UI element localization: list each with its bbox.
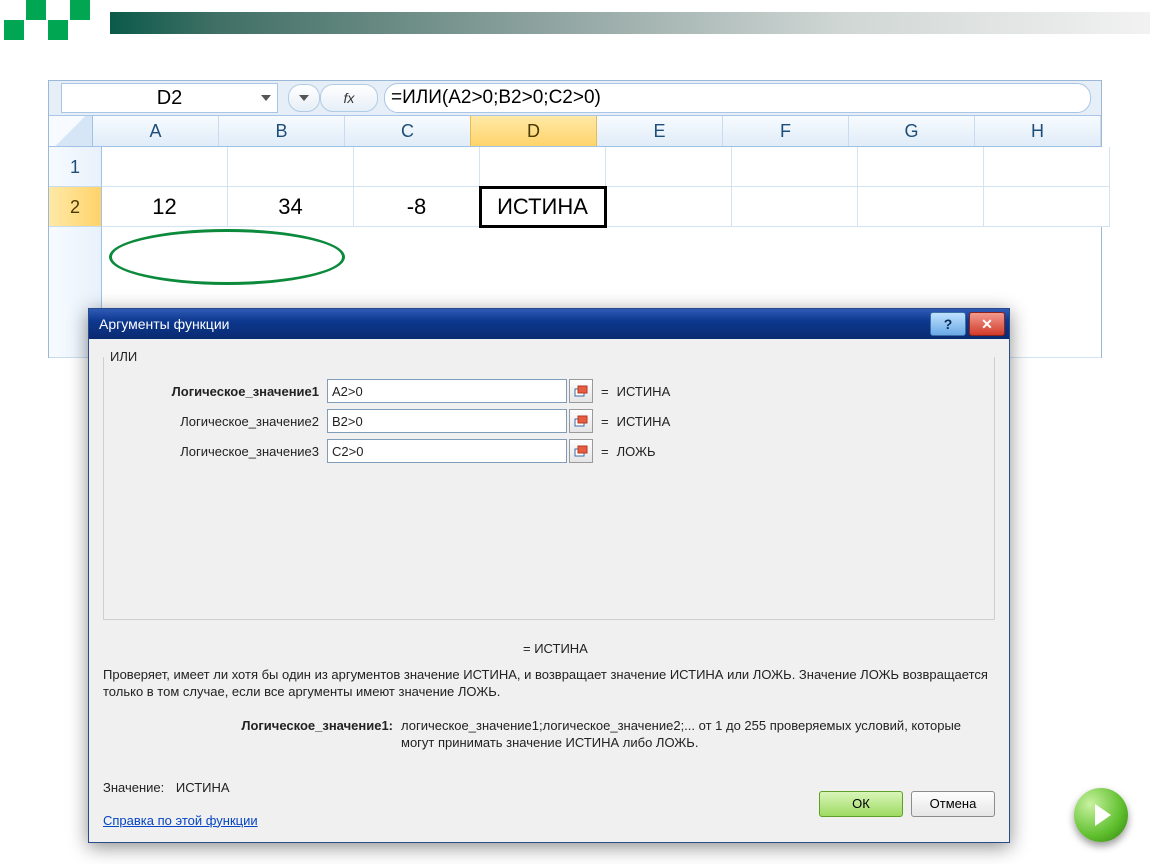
select-all-corner[interactable]: [49, 116, 93, 146]
arg-hint-label: Логическое_значение1:: [103, 717, 401, 752]
collapse-dialog-icon: [574, 444, 588, 458]
column-headers: A B C D E F G H: [49, 116, 1101, 147]
collapse-dialog-icon: [574, 384, 588, 398]
cell-d2[interactable]: ИСТИНА: [480, 187, 606, 227]
slide-decoration: [0, 0, 1150, 48]
cell-a1[interactable]: [102, 147, 228, 187]
formula-input[interactable]: =ИЛИ(A2>0;B2>0;C2>0): [384, 83, 1091, 113]
cell-g1[interactable]: [858, 147, 984, 187]
cell-d1[interactable]: [480, 147, 606, 187]
arg2-label: Логическое_значение2: [114, 414, 327, 429]
arg1-label: Логическое_значение1: [114, 384, 327, 399]
col-header-h[interactable]: H: [975, 116, 1101, 146]
arg3-ref-button[interactable]: [569, 439, 593, 463]
cancel-button[interactable]: Отмена: [911, 791, 995, 817]
ok-button[interactable]: ОК: [819, 791, 903, 817]
col-header-b[interactable]: B: [219, 116, 345, 146]
name-box-dropdown[interactable]: [257, 86, 275, 110]
cell-e2[interactable]: [606, 187, 732, 227]
arg2-result: ИСТИНА: [617, 414, 671, 429]
arguments-group: ИЛИ Логическое_значение1 A2>0 = ИСТИНА Л…: [103, 357, 995, 620]
col-header-d[interactable]: D: [470, 116, 597, 146]
name-box-value: D2: [157, 87, 183, 109]
arg1-result: ИСТИНА: [617, 384, 671, 399]
name-box[interactable]: D2: [61, 83, 278, 113]
col-header-f[interactable]: F: [723, 116, 849, 146]
arg1-ref-button[interactable]: [569, 379, 593, 403]
fx-dropdown[interactable]: [288, 84, 320, 112]
arg3-input[interactable]: C2>0: [327, 439, 567, 463]
arg-hint-text: логическое_значение1;логическое_значение…: [401, 717, 995, 752]
cell-f1[interactable]: [732, 147, 858, 187]
function-arguments-dialog: Аргументы функции ? ✕ ИЛИ Логическое_зна…: [88, 308, 1010, 843]
function-name-label: ИЛИ: [106, 349, 141, 364]
cell-c1[interactable]: [354, 147, 480, 187]
function-help-link[interactable]: Справка по этой функции: [103, 813, 258, 828]
collapse-dialog-icon: [574, 414, 588, 428]
formula-bar: D2 fx =ИЛИ(A2>0;B2>0;C2>0): [49, 81, 1101, 116]
col-header-g[interactable]: G: [849, 116, 975, 146]
formula-result: = ИСТИНА: [523, 640, 995, 658]
function-description: Проверяет, имеет ли хотя бы один из аргу…: [103, 666, 995, 701]
arg1-input[interactable]: A2>0: [327, 379, 567, 403]
col-header-c[interactable]: C: [345, 116, 471, 146]
cell-e1[interactable]: [606, 147, 732, 187]
cell-h1[interactable]: [984, 147, 1110, 187]
cell-g2[interactable]: [858, 187, 984, 227]
insert-function-button[interactable]: fx: [320, 84, 378, 112]
dialog-titlebar[interactable]: Аргументы функции ? ✕: [89, 309, 1009, 339]
cell-c2[interactable]: -8: [354, 187, 480, 227]
value-label: Значение:: [103, 780, 164, 795]
dialog-title-text: Аргументы функции: [99, 316, 229, 332]
col-header-a[interactable]: A: [93, 116, 219, 146]
cell-a2[interactable]: 12: [102, 187, 228, 227]
row-header-1[interactable]: 1: [49, 147, 102, 187]
col-header-e[interactable]: E: [597, 116, 723, 146]
row-header-2[interactable]: 2: [49, 187, 102, 227]
arg3-label: Логическое_значение3: [114, 444, 327, 459]
dialog-close-button[interactable]: ✕: [969, 312, 1005, 336]
arg2-ref-button[interactable]: [569, 409, 593, 433]
dialog-help-button[interactable]: ?: [930, 312, 966, 336]
arg2-input[interactable]: B2>0: [327, 409, 567, 433]
cell-b2[interactable]: 34: [228, 187, 354, 227]
arg3-result: ЛОЖЬ: [617, 444, 656, 459]
value-result: ИСТИНА: [176, 780, 230, 795]
cell-f2[interactable]: [732, 187, 858, 227]
cell-h2[interactable]: [984, 187, 1110, 227]
cell-b1[interactable]: [228, 147, 354, 187]
next-slide-button[interactable]: [1074, 788, 1128, 842]
